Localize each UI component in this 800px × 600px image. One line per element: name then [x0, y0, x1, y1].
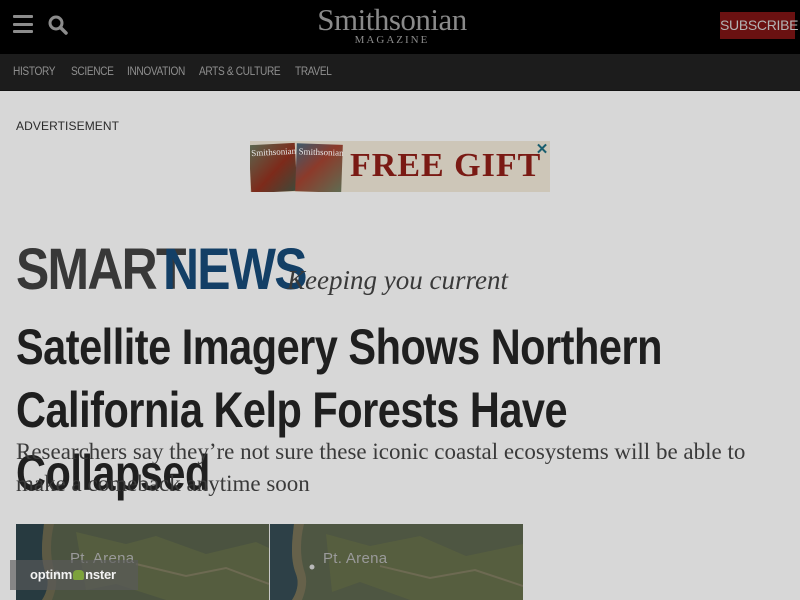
magazine-cover-title: Smithsonian [298, 146, 344, 158]
logo-main-text: Smithsonian [317, 2, 467, 37]
nav-item-arts-culture[interactable]: ARTS & CULTURE [199, 54, 281, 91]
satellite-image-after: Pt. Arena [270, 524, 523, 600]
magazine-cover-image: Smithsonian [295, 143, 344, 192]
site-logo[interactable]: Smithsonian MAGAZINE [300, 4, 484, 50]
subscribe-button[interactable]: SUBSCRIBE [720, 12, 799, 39]
ad-banner-text: FREE GIFT [350, 147, 542, 184]
site-header: Smithsonian MAGAZINE SUBSCRIBE [0, 0, 800, 54]
smart-news-tagline: Keeping you current [287, 265, 508, 295]
nav-item-history[interactable]: HISTORY [13, 54, 56, 91]
magazine-cover-title: Smithsonian [250, 145, 297, 159]
nav-item-innovation[interactable]: INNOVATION [127, 54, 185, 91]
article-subhead: Researchers say they’re not sure these i… [16, 439, 746, 496]
close-icon[interactable]: ✕ [535, 142, 549, 157]
magazine-cover-image: Smithsonian [250, 142, 298, 192]
advertisement-label: ADVERTISEMENT [16, 119, 120, 133]
nav-item-travel[interactable]: TRAVEL [295, 54, 332, 91]
hamburger-menu-icon[interactable] [13, 15, 33, 33]
main-nav: HISTORY SCIENCE INNOVATION ARTS & CULTUR… [0, 54, 800, 91]
monster-icon [73, 570, 85, 580]
nav-item-science[interactable]: SCIENCE [71, 54, 114, 91]
optinmonster-text-start: optinm [30, 567, 73, 582]
ad-banner[interactable]: Smithsonian Smithsonian FREE GIFT [250, 141, 550, 192]
smart-news-news: NEWS [163, 237, 307, 302]
optinmonster-badge[interactable]: optinm nster [10, 560, 138, 590]
optinmonster-logo: optinm nster [30, 567, 116, 582]
smart-news-smart: SMART [16, 237, 186, 302]
search-icon[interactable] [47, 14, 69, 36]
map-label-pt-arena: Pt. Arena [323, 550, 388, 567]
optinmonster-text-end: nster [85, 567, 116, 582]
